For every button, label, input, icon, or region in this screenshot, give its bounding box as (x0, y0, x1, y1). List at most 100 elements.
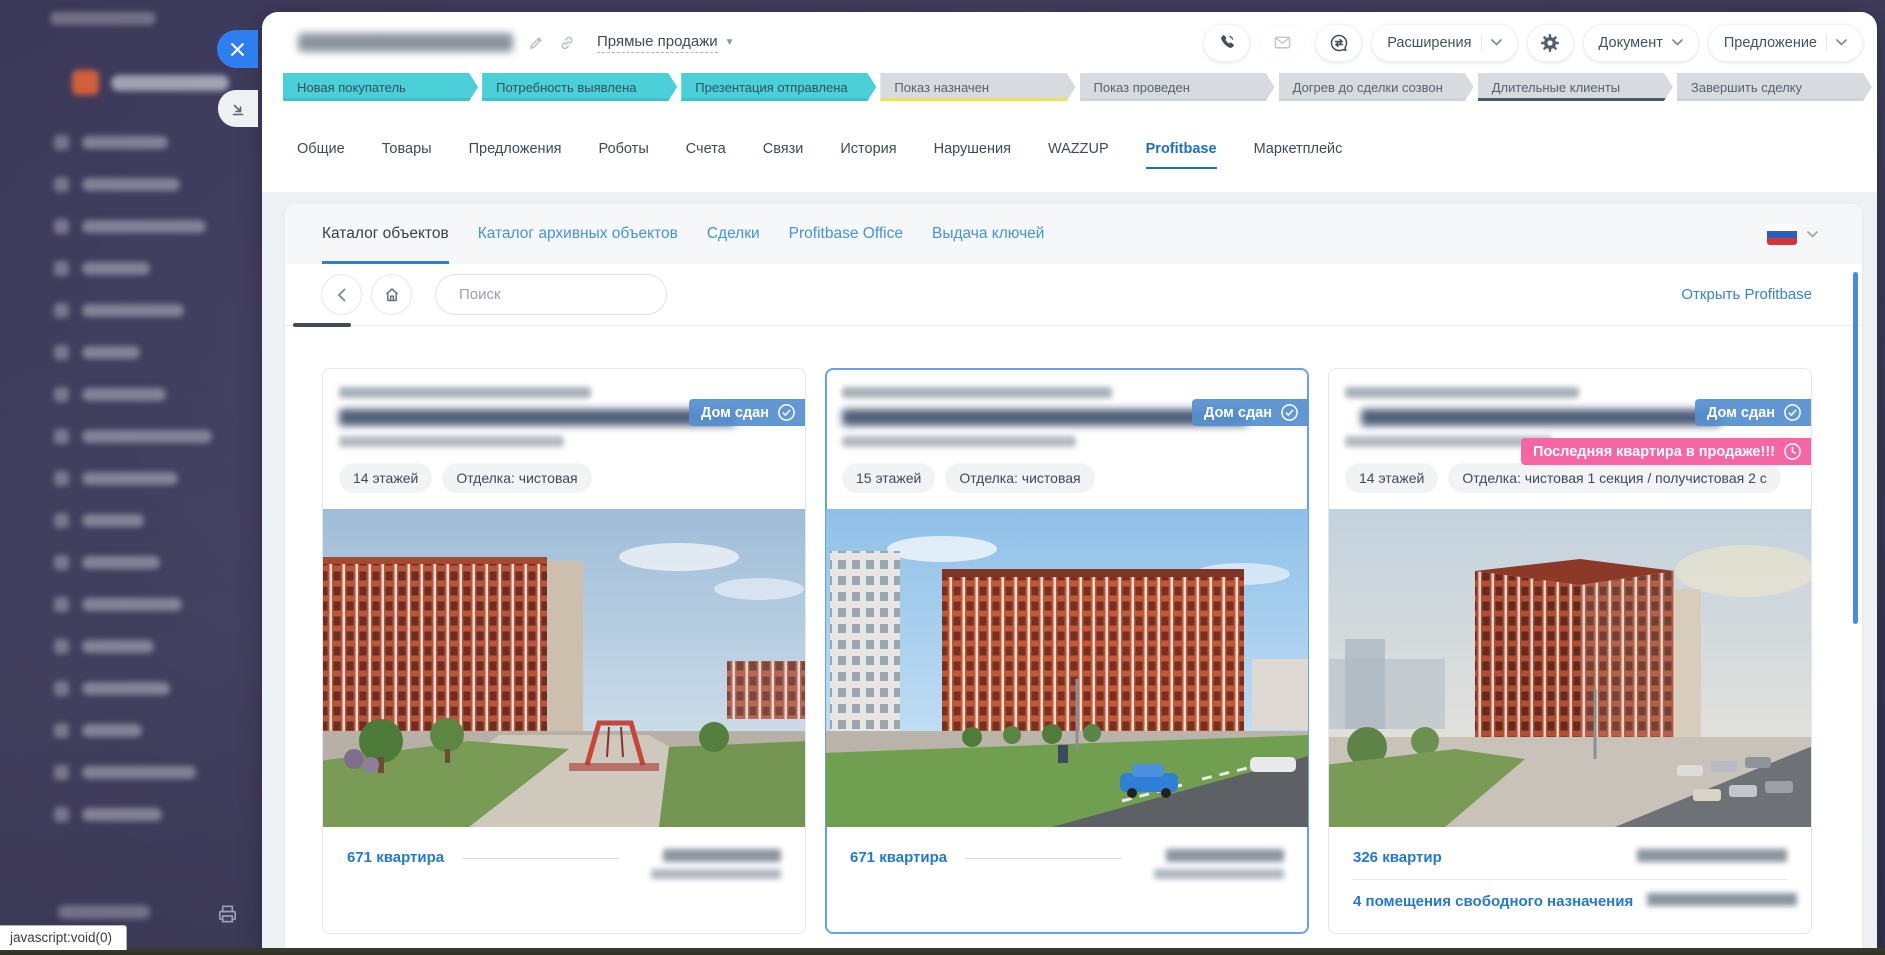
extensions-button[interactable]: Расширения (1371, 24, 1517, 62)
stage-showing-done[interactable]: Показ проведен (1080, 73, 1275, 101)
sidebar-item-redacted[interactable] (54, 555, 160, 570)
edit-title-button[interactable] (528, 35, 544, 51)
settings-button[interactable] (1527, 24, 1574, 62)
stage-close-deal[interactable]: Завершить сделку (1677, 73, 1872, 101)
tab-robots[interactable]: Роботы (599, 141, 649, 169)
subtab-object-catalog[interactable]: Каталог объектов (322, 204, 449, 264)
unit-row: 326 квартир (1353, 849, 1787, 866)
tab-profitbase[interactable]: Profitbase (1146, 141, 1217, 169)
badges-row: 15 этажей Отделка: чистовая (842, 463, 1292, 493)
stage-label: Догрев до сделки созвон (1293, 80, 1443, 95)
badges-row: 14 этажей Отделка: чистовая (339, 463, 789, 493)
tab-violations[interactable]: Нарушения (934, 141, 1011, 169)
home-button[interactable] (371, 274, 412, 315)
back-button[interactable] (321, 274, 362, 315)
commercial-units-link[interactable]: 4 помещения свободного назначения (1353, 893, 1633, 910)
sidebar-item-redacted[interactable] (54, 681, 170, 696)
sidebar-item-redacted[interactable] (54, 723, 142, 738)
stage-need-identified[interactable]: Потребность выявлена (482, 73, 677, 101)
subtab-keys[interactable]: Выдача ключей (932, 204, 1044, 264)
sidebar-item-icon (54, 513, 69, 528)
search-box (435, 274, 667, 315)
badge-label: Последняя квартира в продаже!!! (1533, 444, 1775, 460)
sidebar-item-redacted[interactable] (54, 471, 178, 486)
home-icon (382, 285, 402, 305)
chevron-down-icon (1491, 39, 1502, 46)
house-completed-badge: Дом сдан (1192, 399, 1308, 426)
property-card-2[interactable]: 15 этажей Отделка: чистовая (825, 368, 1309, 934)
stage-long-term-clients[interactable]: Длительные клиенты (1478, 73, 1673, 101)
tab-marketplace[interactable]: Маркетплейс (1254, 141, 1343, 169)
divider (1826, 35, 1827, 51)
tab-general[interactable]: Общие (297, 141, 345, 169)
sidebar-item-redacted[interactable] (54, 429, 212, 444)
copy-link-button[interactable] (559, 35, 575, 51)
printer-icon[interactable] (216, 903, 239, 931)
leader-line (462, 858, 619, 859)
stage-presentation-sent[interactable]: Презентация отправлена (681, 73, 876, 101)
property-image (323, 509, 805, 827)
horizontal-scrollbar-thumb[interactable] (293, 323, 351, 327)
chat-button[interactable] (1315, 24, 1362, 62)
tab-offers[interactable]: Предложения (469, 141, 562, 169)
apartments-link[interactable]: 671 квартира (347, 849, 444, 866)
sidebar-logo[interactable] (72, 70, 229, 95)
sidebar-item-icon (54, 303, 69, 318)
sidebar-item-redacted[interactable] (54, 303, 184, 318)
proposal-button[interactable]: Предложение (1708, 24, 1863, 62)
sidebar-item-redacted[interactable] (54, 807, 162, 822)
unit-row: 4 помещения свободного назначения (1353, 893, 1787, 910)
tab-wazzup[interactable]: WAZZUP (1048, 141, 1109, 169)
crm-lead-panel: Прямые продажи ▼ (262, 12, 1877, 949)
subtab-deals[interactable]: Сделки (707, 204, 760, 264)
browser-sidebar (0, 0, 215, 955)
email-button[interactable] (1259, 24, 1306, 62)
card-head: 14 этажей Отделка: чистовая (323, 369, 805, 493)
sidebar-item-label-redacted (82, 136, 168, 149)
sidebar-item-redacted[interactable] (54, 135, 168, 150)
language-selector[interactable] (1767, 224, 1818, 245)
sidebar-item-label-redacted (82, 766, 196, 779)
subtab-profitbase-office[interactable]: Profitbase Office (789, 204, 903, 264)
divider (1353, 879, 1787, 880)
tab-products[interactable]: Товары (382, 141, 432, 169)
sidebar-item-icon (54, 261, 69, 276)
stage-warmup-call[interactable]: Догрев до сделки созвон (1279, 73, 1474, 101)
sidebar-item-redacted[interactable] (54, 387, 166, 402)
sidebar-item-redacted[interactable] (54, 639, 154, 654)
card-info: 326 квартир 4 помещения свободного назна… (1329, 827, 1811, 910)
property-card-1[interactable]: 14 этажей Отделка: чистовая (322, 368, 806, 934)
proposal-label: Предложение (1724, 35, 1817, 51)
apartments-link[interactable]: 326 квартир (1353, 849, 1442, 866)
sidebar-item-redacted[interactable] (54, 765, 196, 780)
close-panel-button[interactable] (217, 30, 258, 68)
sidebar-item-label-redacted (82, 304, 184, 317)
subtab-archive-catalog[interactable]: Каталог архивных объектов (478, 204, 678, 264)
vertical-scrollbar-thumb[interactable] (1853, 272, 1858, 624)
sidebar-item-redacted[interactable] (54, 345, 140, 360)
property-card-list: 14 этажей Отделка: чистовая (285, 326, 1862, 934)
property-card-3[interactable]: 14 этажей Отделка: чистовая 1 секция / п… (1328, 368, 1812, 934)
stage-new[interactable]: Новая покупатель (283, 73, 478, 101)
open-profitbase-link[interactable]: Открыть Profitbase (1681, 286, 1812, 303)
collapse-panel-button[interactable] (218, 90, 258, 127)
sidebar-item-redacted[interactable] (54, 177, 180, 192)
tab-content-area: Каталог объектов Каталог архивных объект… (262, 192, 1877, 949)
tab-history[interactable]: История (840, 141, 896, 169)
location-redacted (842, 436, 1076, 447)
sidebar-item-redacted[interactable] (54, 219, 206, 234)
sidebar-item-redacted[interactable] (54, 513, 144, 528)
tab-invoices[interactable]: Счета (686, 141, 726, 169)
document-button[interactable]: Документ (1583, 24, 1699, 62)
search-input[interactable] (459, 286, 658, 303)
sidebar-item-icon (54, 723, 69, 738)
tab-links[interactable]: Связи (763, 141, 804, 169)
card-head: 14 этажей Отделка: чистовая 1 секция / п… (1329, 369, 1811, 493)
stage-showing-scheduled[interactable]: Показ назначен (880, 73, 1075, 101)
sidebar-item-redacted[interactable] (54, 261, 150, 276)
funnel-selector[interactable]: Прямые продажи ▼ (597, 33, 735, 53)
apartments-link[interactable]: 671 квартира (850, 849, 947, 866)
sidebar-item-bottom-redacted[interactable] (58, 905, 150, 919)
sidebar-item-redacted[interactable] (54, 597, 182, 612)
call-button[interactable] (1203, 24, 1250, 62)
